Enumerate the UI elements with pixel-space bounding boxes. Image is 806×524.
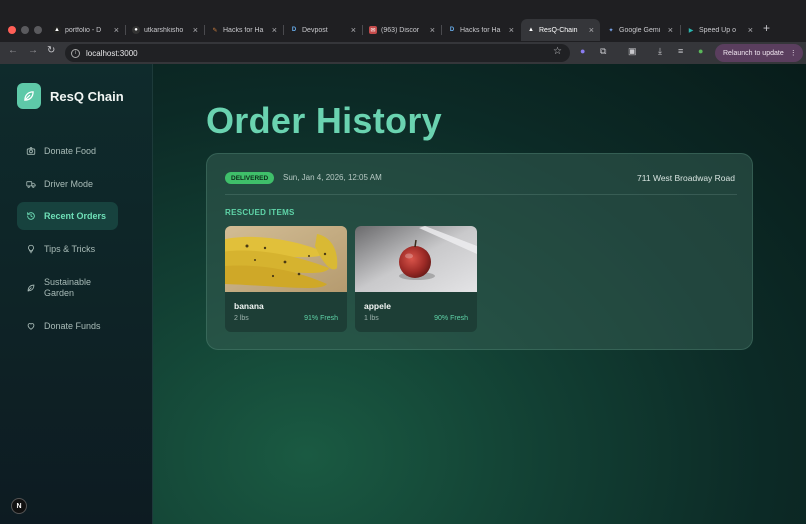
truck-icon [26,179,36,189]
brand-name: ResQ Chain [50,88,124,104]
close-tab-icon[interactable]: × [668,25,673,35]
browser-tab[interactable]: D Devpost × [284,19,362,41]
page-title: Order History [206,100,442,141]
browser-tab[interactable]: ✦ Google Gemi × [601,19,679,41]
sidebar-item-donate-food[interactable]: Donate Food [17,142,118,160]
browser-tab-active[interactable]: ▲ ResQ-Chain × [521,19,600,41]
sidebar-item-recent-orders[interactable]: Recent Orders [17,202,118,230]
puzzle-icon[interactable]: ⧉ [600,46,606,57]
devpost-icon: D [291,27,297,33]
play-icon: ▶ [688,27,694,34]
close-tab-icon[interactable]: × [193,25,198,35]
section-heading: RESCUED ITEMS [225,208,295,217]
banana-image [225,226,347,292]
close-window-button[interactable] [8,26,16,34]
tab-search-icon[interactable]: ▣ [628,46,637,57]
browser-tab[interactable]: ● utkarshkisho × [126,19,204,41]
browser-tab[interactable]: ▲ portfolio - D × [47,19,125,41]
heart-icon [26,321,36,331]
close-tab-icon[interactable]: × [430,25,435,35]
history-icon [26,211,36,221]
browser-tab[interactable]: ✉ (963) Discor × [363,19,441,41]
browser-toolbar: ← → ↻ i localhost:3000 ☆ ● ⧉ ▣ ⤓ ≡ ● Rel… [0,42,806,64]
relaunch-button[interactable]: Relaunch to update ⋮ [715,44,803,62]
sidebar-item-donate-funds[interactable]: Donate Funds [17,317,118,335]
browser-tab[interactable]: ✎ Hacks for Ha × [205,19,283,41]
close-tab-icon[interactable]: × [114,25,119,35]
close-tab-icon[interactable]: × [589,25,594,35]
download-icon[interactable]: ⤓ [658,46,662,57]
vercel-icon: ▲ [53,26,61,34]
devpost-icon: D [449,27,455,33]
order-date: Sun, Jan 4, 2026, 12:05 AM [283,173,382,182]
more-vert-icon: ⋮ [789,50,797,57]
nextjs-dev-badge[interactable]: N [11,498,27,514]
divider [225,194,737,195]
maximize-window-button[interactable] [34,26,42,34]
lightbulb-icon [26,244,36,254]
sidebar-item-sustainable-garden[interactable]: Sustainable Garden [17,276,118,300]
extension-icon[interactable]: ● [580,46,585,56]
mail-icon: ✉ [369,26,377,34]
item-name: appele [364,301,391,311]
browser-tab[interactable]: D Hacks for Ha × [442,19,520,41]
browser-tab[interactable]: ▶ Speed Up o × [681,19,759,41]
apple-image [355,226,477,292]
pencil-icon: ✎ [212,27,218,34]
sidebar: ResQ Chain Donate Food Driver Mode Recen… [0,64,153,524]
site-info-icon[interactable]: i [71,48,80,58]
camera-icon [26,146,36,156]
status-badge: DELIVERED [225,172,275,184]
forward-arrow-icon[interactable]: → [28,45,38,56]
item-freshness: 90% Fresh [434,315,468,322]
gemini-icon: ✦ [608,27,614,34]
item-name: banana [234,301,264,311]
close-tab-icon[interactable]: × [272,25,277,35]
sidebar-item-driver-mode[interactable]: Driver Mode [17,175,118,193]
order-card: DELIVERED Sun, Jan 4, 2026, 12:05 AM 711… [206,153,753,350]
leaf-logo-icon [17,83,41,109]
close-tab-icon[interactable]: × [351,25,356,35]
browser-chrome: ▲ portfolio - D × ● utkarshkisho × ✎ Hac… [0,0,806,64]
leaf-icon [26,283,36,293]
close-tab-icon[interactable]: × [748,25,753,35]
reload-icon[interactable]: ↻ [47,45,55,56]
address-bar[interactable]: i localhost:3000 ☆ [65,44,570,62]
brand[interactable]: ResQ Chain [17,83,124,109]
media-icon[interactable]: ≡ [678,46,683,56]
rescued-item-card[interactable]: appele 1 lbs 90% Fresh [355,226,477,332]
minimize-window-button[interactable] [21,26,29,34]
item-freshness: 91% Fresh [304,315,338,322]
tab-strip: ▲ portfolio - D × ● utkarshkisho × ✎ Hac… [0,18,806,42]
item-weight: 1 lbs [364,315,379,322]
app-page: ResQ Chain Donate Food Driver Mode Recen… [0,64,806,524]
back-arrow-icon[interactable]: ← [8,45,18,56]
rescued-item-card[interactable]: banana 2 lbs 91% Fresh [225,226,347,332]
item-weight: 2 lbs [234,315,249,322]
close-tab-icon[interactable]: × [509,25,514,35]
url-text: localhost:3000 [86,48,138,58]
vercel-icon: ▲ [528,27,534,33]
order-address: 711 West Broadway Road [637,173,735,183]
bookmark-star-icon[interactable]: ☆ [553,46,562,57]
new-tab-button[interactable]: + [763,21,770,35]
profile-avatar[interactable]: ● [698,46,703,56]
sidebar-item-tips-tricks[interactable]: Tips & Tricks [17,240,118,258]
github-icon: ● [132,26,140,34]
